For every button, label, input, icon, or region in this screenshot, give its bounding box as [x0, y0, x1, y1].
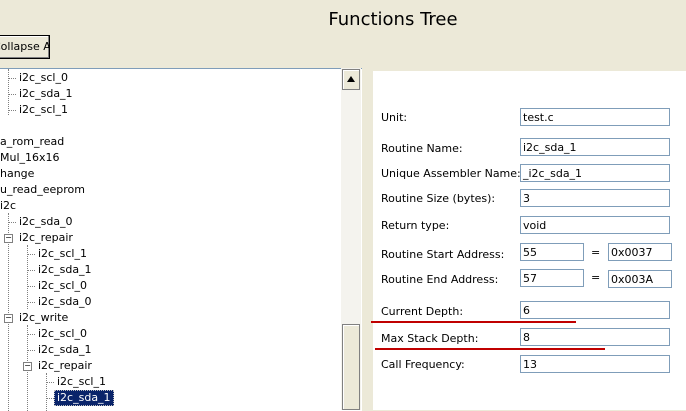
current-depth-field[interactable]: 6: [520, 301, 670, 319]
tree-node[interactable]: i2c_scl_0: [36, 327, 89, 341]
return-type-label: Return type:: [381, 219, 450, 232]
equals-sign: =: [591, 271, 601, 284]
tree-node[interactable]: i2c_write: [17, 311, 70, 325]
tree-connector: [46, 382, 54, 383]
tree-connector: [46, 373, 47, 411]
equals-sign: =: [591, 246, 601, 259]
routine-size-label: Routine Size (bytes):: [381, 192, 496, 205]
scroll-up-arrow-icon[interactable]: [342, 69, 360, 90]
tree-node[interactable]: hange: [0, 167, 36, 181]
collapse-all-label: Collapse All: [0, 40, 49, 53]
tree-node[interactable]: i2c_scl_1: [55, 375, 108, 389]
tree-connector: [8, 94, 16, 95]
tree-connector: [27, 286, 35, 287]
collapse-icon[interactable]: −: [4, 234, 13, 243]
highlight-underline: [371, 321, 576, 323]
unique-asm-name-field[interactable]: _i2c_sda_1: [520, 164, 670, 182]
tree-node[interactable]: i2c_sda_0: [17, 215, 75, 229]
tree-connector: [8, 222, 16, 223]
tree-node[interactable]: i2c_sda_0: [36, 295, 94, 309]
routine-size-field[interactable]: 3: [520, 189, 670, 207]
end-address-dec-field[interactable]: 57: [520, 269, 584, 287]
tree-node[interactable]: i2c_sda_1: [36, 263, 94, 277]
window-title: Functions Tree: [328, 9, 458, 30]
tree-connector: [27, 254, 35, 255]
call-frequency-label: Call Frequency:: [381, 358, 465, 371]
tree-node[interactable]: i2c_sda_1: [36, 343, 94, 357]
tree-node[interactable]: i2c_scl_1: [36, 247, 89, 261]
tree-connector: [27, 334, 35, 335]
highlight-underline: [375, 348, 605, 350]
functions-tree[interactable]: − − − i2c_scl_0 i2c_sda_1 i2c_scl_1 a_ro…: [0, 68, 362, 411]
scroll-thumb[interactable]: [342, 324, 360, 410]
tree-node[interactable]: a_rom_read: [0, 135, 66, 149]
return-type-field[interactable]: void: [520, 216, 670, 234]
tree-scrollbar[interactable]: [341, 68, 361, 410]
tree-connector: [27, 302, 35, 303]
unit-field[interactable]: test.c: [520, 108, 670, 126]
tree-node-selected[interactable]: i2c_sda_1: [54, 390, 114, 406]
max-stack-depth-label: Max Stack Depth:: [381, 332, 479, 345]
tree-node[interactable]: u_read_eeprom: [0, 183, 87, 197]
properties-sheet: Unit: test.c Routine Name: i2c_sda_1 Uni…: [371, 71, 686, 410]
current-depth-label: Current Depth:: [381, 305, 464, 318]
tree-connector: [8, 78, 16, 79]
tree-node[interactable]: i2c_repair: [17, 231, 75, 245]
unit-label: Unit:: [381, 111, 408, 124]
tree-connector: [27, 270, 35, 271]
routine-name-label: Routine Name:: [381, 142, 463, 155]
end-address-hex-field[interactable]: 0x003A: [608, 270, 672, 288]
tree-node[interactable]: i2c: [0, 199, 18, 213]
collapse-icon[interactable]: −: [4, 314, 13, 323]
tree-node[interactable]: i2c_scl_1: [17, 103, 70, 117]
tree-connector: [8, 69, 9, 115]
start-address-hex-field[interactable]: 0x0037: [608, 243, 672, 261]
tree-node[interactable]: Mul_16x16: [0, 151, 62, 165]
collapse-icon[interactable]: −: [23, 362, 32, 371]
tree-connector: [46, 398, 54, 399]
start-address-dec-field[interactable]: 55: [520, 243, 584, 261]
collapse-all-button[interactable]: Collapse All: [0, 35, 50, 59]
max-stack-depth-field[interactable]: 8: [520, 328, 670, 346]
unique-asm-name-label: Unique Assembler Name:: [381, 167, 521, 180]
tree-node[interactable]: i2c_scl_0: [36, 279, 89, 293]
call-frequency-field[interactable]: 13: [520, 355, 670, 373]
routine-name-field[interactable]: i2c_sda_1: [520, 138, 670, 156]
tree-connector: [27, 350, 35, 351]
properties-panel: Unit: test.c Routine Name: i2c_sda_1 Uni…: [370, 68, 686, 410]
tree-connector: [8, 110, 16, 111]
tree-node[interactable]: i2c_repair: [36, 359, 94, 373]
tree-node[interactable]: i2c_scl_0: [17, 71, 70, 85]
tree-node[interactable]: i2c_sda_1: [17, 87, 75, 101]
end-address-label: Routine End Address:: [381, 273, 499, 286]
start-address-label: Routine Start Address:: [381, 248, 505, 261]
